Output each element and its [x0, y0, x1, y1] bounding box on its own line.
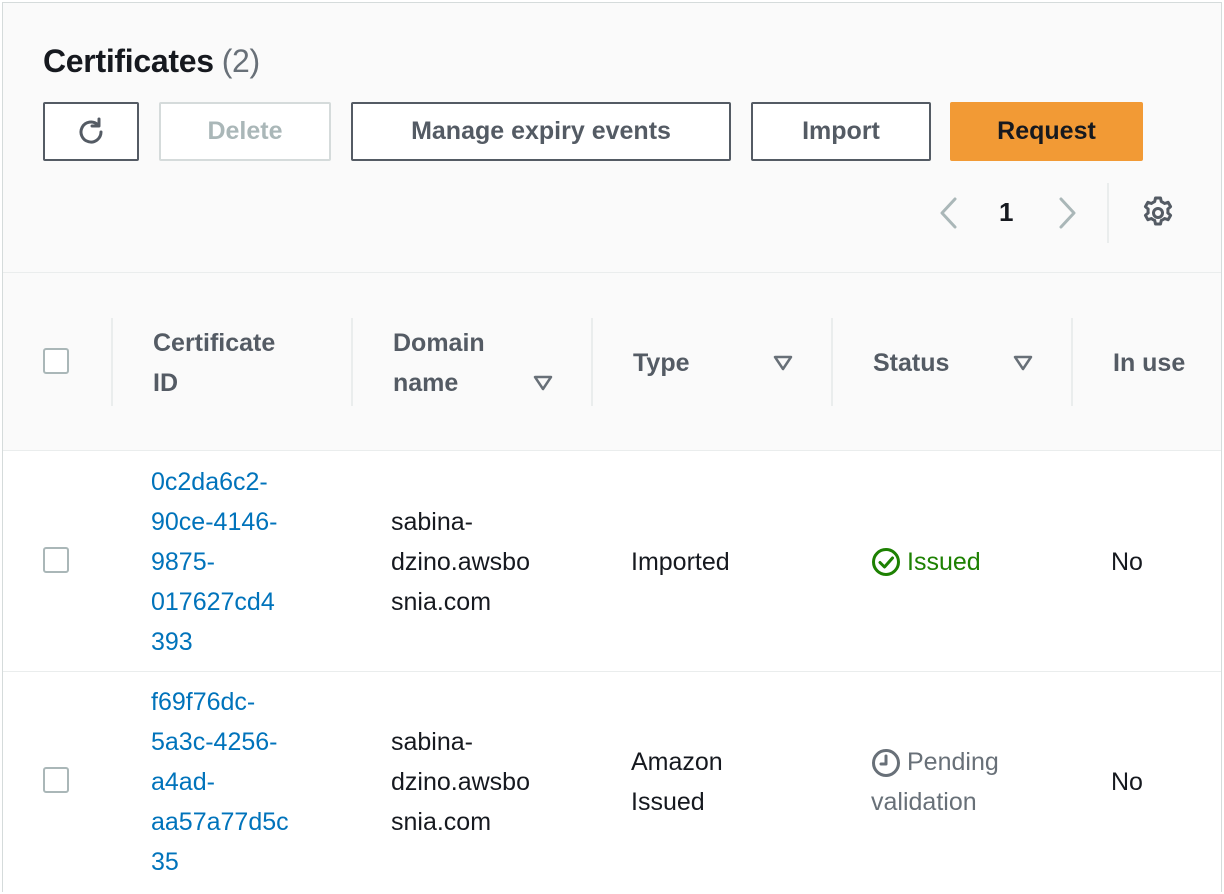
- status-cell: Pending validation: [871, 742, 999, 822]
- column-header-label: ID: [153, 369, 178, 397]
- column-divider: [351, 318, 353, 406]
- column-divider: [591, 318, 593, 406]
- column-header-status[interactable]: Status: [873, 343, 949, 383]
- in-use-cell: No: [1111, 768, 1143, 796]
- gear-icon: [1143, 196, 1173, 226]
- column-divider: [831, 318, 833, 406]
- certificate-id-link[interactable]: 0c2da6c2- 90ce-4146- 9875- 017627cd4 393: [151, 462, 277, 662]
- type-cell: Amazon Issued: [631, 742, 723, 822]
- refresh-button[interactable]: [43, 102, 139, 161]
- panel-header: Certificates (2) Delete Manage expiry eve…: [3, 3, 1221, 273]
- table-header: Certificate ID Domain name Type Status I…: [3, 273, 1221, 451]
- certificates-panel: Certificates (2) Delete Manage expiry eve…: [2, 2, 1222, 892]
- certificate-id-line: f69f76dc-: [151, 688, 256, 716]
- chevron-left-icon: [940, 197, 957, 229]
- chevron-right-icon: [1059, 197, 1076, 229]
- certificate-count: (2): [221, 43, 261, 79]
- column-divider: [111, 318, 113, 406]
- next-page-button[interactable]: [1053, 193, 1083, 233]
- domain-name-line: sabina-: [391, 508, 473, 536]
- in-use-cell: No: [1111, 548, 1143, 576]
- sort-caret-icon[interactable]: [532, 374, 554, 392]
- refresh-icon: [79, 117, 103, 144]
- status-cell: Issued: [871, 542, 981, 582]
- row-select-checkbox[interactable]: [43, 767, 69, 793]
- table-row: f69f76dc- 5a3c-4256- a4ad- aa57a77d5c 35…: [3, 672, 1221, 892]
- certificate-id-line: 9875-: [151, 548, 215, 576]
- domain-name-cell: sabina- dzino.awsbo snia.com: [391, 722, 530, 842]
- pagination-divider: [1107, 183, 1109, 243]
- check-circle-icon: [872, 548, 900, 576]
- title-text: Certificates: [43, 43, 214, 79]
- domain-name-line: dzino.awsbo: [391, 768, 530, 796]
- column-header-domain-name[interactable]: Domain name: [393, 323, 485, 403]
- row-select-checkbox[interactable]: [43, 547, 69, 573]
- domain-name-line: snia.com: [391, 588, 492, 616]
- import-button[interactable]: Import: [751, 102, 931, 161]
- type-line: Issued: [631, 788, 705, 816]
- certificate-id-line: 017627cd4: [151, 588, 275, 616]
- page-title: Certificates (2): [43, 43, 260, 80]
- domain-name-line: snia.com: [391, 808, 492, 836]
- domain-name-cell: sabina- dzino.awsbo snia.com: [391, 502, 530, 622]
- status-label: Pending: [907, 748, 999, 776]
- status-first-line: Pending: [871, 742, 999, 782]
- type-line: Amazon: [631, 748, 723, 776]
- certificate-id-line: 35: [151, 848, 179, 876]
- column-divider: [1071, 318, 1073, 406]
- table-row: 0c2da6c2- 90ce-4146- 9875- 017627cd4 393…: [3, 452, 1221, 672]
- clock-icon: [872, 749, 900, 778]
- status-label: validation: [871, 788, 977, 816]
- column-header-label: Domain: [393, 329, 485, 357]
- request-button[interactable]: Request: [950, 102, 1143, 161]
- certificate-id-line: a4ad-: [151, 768, 215, 796]
- preferences-button[interactable]: [1140, 195, 1176, 231]
- current-page-number[interactable]: 1: [999, 197, 1013, 228]
- column-header-type[interactable]: Type: [633, 343, 690, 383]
- certificate-id-line: 5a3c-4256-: [151, 728, 278, 756]
- sort-caret-icon[interactable]: [772, 354, 794, 372]
- select-all-checkbox[interactable]: [43, 348, 69, 374]
- status-label: Issued: [907, 548, 981, 576]
- delete-button[interactable]: Delete: [159, 102, 331, 161]
- certificate-id-line: 90ce-4146-: [151, 508, 278, 536]
- domain-name-line: dzino.awsbo: [391, 548, 530, 576]
- certificate-id-line: 0c2da6c2-: [151, 468, 268, 496]
- certificate-id-link[interactable]: f69f76dc- 5a3c-4256- a4ad- aa57a77d5c 35: [151, 682, 289, 882]
- column-header-in-use[interactable]: In use: [1113, 343, 1185, 383]
- column-header-label: Certificate: [153, 329, 276, 357]
- column-header-certificate-id[interactable]: Certificate ID: [153, 323, 275, 403]
- type-line: Imported: [631, 548, 730, 576]
- sort-caret-icon[interactable]: [1012, 354, 1034, 372]
- manage-expiry-events-button[interactable]: Manage expiry events: [351, 102, 731, 161]
- domain-name-line: sabina-: [391, 728, 473, 756]
- certificate-id-line: aa57a77d5c: [151, 808, 289, 836]
- certificate-id-line: 393: [151, 628, 193, 656]
- previous-page-button[interactable]: [933, 193, 963, 233]
- column-header-label: name: [393, 369, 459, 397]
- type-cell: Imported: [631, 542, 730, 582]
